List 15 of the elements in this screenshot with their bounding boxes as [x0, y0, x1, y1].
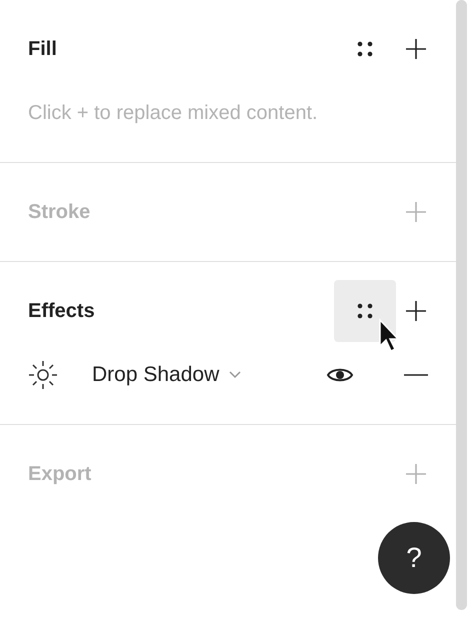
section-title: Stroke [28, 200, 90, 225]
sun-icon [28, 360, 58, 390]
hint-text: Click + to replace mixed content. [28, 101, 319, 125]
styles-icon [355, 39, 375, 59]
styles-icon [355, 301, 375, 321]
section-title: Effects [28, 299, 95, 324]
plus-icon[interactable] [404, 299, 428, 323]
scrollbar[interactable] [456, 0, 467, 610]
minus-icon[interactable] [404, 373, 428, 377]
plus-icon[interactable] [404, 37, 428, 61]
section-title: Export [28, 462, 92, 487]
section-title: Fill [28, 37, 57, 62]
effect-dropdown[interactable]: Drop Shadow [92, 359, 242, 391]
help-button[interactable]: ? [378, 522, 450, 594]
chevron-icon [229, 371, 242, 379]
